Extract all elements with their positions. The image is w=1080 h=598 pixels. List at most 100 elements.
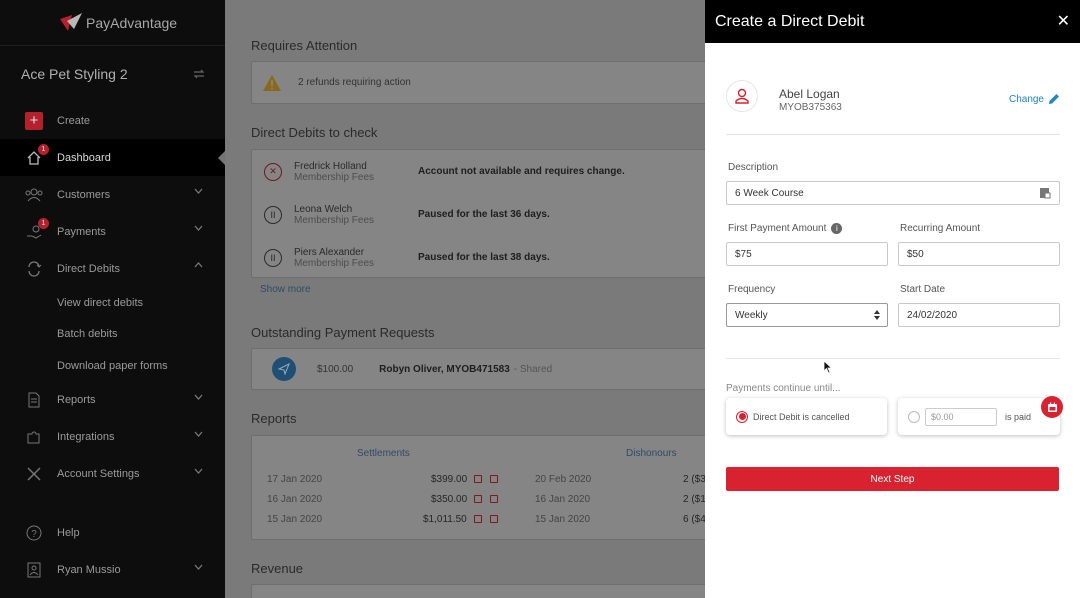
download-icon[interactable] [474, 475, 482, 483]
chevron-down-icon [194, 394, 203, 400]
sidebar-item-help[interactable]: ? Help [0, 515, 225, 552]
chevron-down-icon [194, 468, 203, 474]
request-status: - Shared [513, 363, 553, 375]
sidebar-item-direct-debits[interactable]: Direct Debits [0, 250, 225, 287]
dishonour-date: 15 Jan 2020 [535, 514, 591, 525]
dishonour-count: 2 ($3 [683, 474, 705, 485]
settlements-tab[interactable]: Settlements [357, 448, 410, 459]
sidebar-item-label: Help [57, 527, 80, 539]
requires-attention-title: Requires Attention [251, 38, 358, 53]
chevron-down-icon [194, 564, 203, 570]
frequency-select[interactable]: Weekly [726, 303, 888, 327]
download-icon[interactable] [474, 515, 482, 523]
user-badge-icon [27, 562, 41, 578]
org-switcher[interactable]: Ace Pet Styling 2 [0, 46, 225, 102]
customer-id: MYOB375363 [779, 102, 842, 113]
recurring-input[interactable]: $50 [898, 242, 1060, 266]
settlement-amount: $399.00 [431, 474, 468, 485]
settlement-date: 15 Jan 2020 [267, 514, 323, 525]
brand-logo[interactable]: PayAdvantage [0, 0, 225, 46]
outstanding-card[interactable]: $100.00 Robyn Oliver, MYOB471583 - Share… [251, 348, 705, 390]
settlement-date: 17 Jan 2020 [267, 474, 323, 485]
recurring-value: $50 [907, 248, 924, 260]
panel-title: Create a Direct Debit [715, 12, 865, 30]
chevron-up-icon [194, 262, 203, 268]
sidebar-item-account-settings[interactable]: Account Settings [0, 456, 225, 493]
change-label: Change [1008, 93, 1044, 105]
download-icon[interactable] [474, 495, 482, 503]
sidebar-item-integrations[interactable]: Integrations [0, 419, 225, 456]
first-payment-input[interactable]: $75 [726, 242, 888, 266]
sidebar-item-label: Create [57, 114, 91, 127]
frequency-value: Weekly [735, 309, 768, 321]
requires-attention-card[interactable]: 2 refunds requiring action [251, 61, 705, 104]
sidebar-subitem-batch-debits[interactable]: Batch debits [0, 319, 225, 351]
sidebar: PayAdvantage Ace Pet Styling 2 + Create … [0, 0, 225, 598]
dd-message: Paused for the last 38 days. [418, 252, 550, 263]
close-icon[interactable]: ✕ [1057, 13, 1070, 30]
first-payment-label-text: First Payment Amount [728, 223, 827, 234]
sidebar-item-dashboard[interactable]: 1 Dashboard [0, 139, 225, 176]
sidebar-item-label: Integrations [57, 431, 115, 443]
customer-name: Abel Logan [779, 87, 840, 101]
pencil-icon [1049, 94, 1059, 104]
first-payment-value: $75 [735, 248, 752, 260]
dishonour-date: 20 Feb 2020 [535, 474, 592, 485]
sidebar-subitem-download-paper-forms[interactable]: Download paper forms [0, 350, 225, 382]
direct-debits-title: Direct Debits to check [251, 125, 378, 140]
direct-debits-card: ✕ Fredrick Holland Membership Fees Accoun… [251, 149, 705, 278]
change-customer-button[interactable]: Change [1009, 93, 1060, 105]
sidebar-item-label: Customers [57, 188, 111, 201]
file-icon[interactable] [490, 495, 498, 503]
dd-name: Fredrick Holland [294, 160, 367, 172]
dd-name: Piers Alexander [294, 246, 365, 258]
show-more-link[interactable]: Show more [260, 284, 311, 295]
sidebar-item-label: Reports [57, 394, 96, 406]
sidebar-item-customers[interactable]: Customers [0, 176, 225, 213]
list-item[interactable]: ✕ Fredrick Holland Membership Fees Accoun… [252, 150, 705, 193]
outstanding-title: Outstanding Payment Requests [251, 325, 435, 340]
dashboard-main: Requires Attention 2 refunds requiring a… [225, 0, 705, 598]
option-cancelled[interactable]: Direct Debit is cancelled [726, 398, 887, 435]
sidebar-item-reports[interactable]: Reports [0, 382, 225, 419]
brand-name: PayAdvantage [86, 14, 178, 31]
sidebar-item-user[interactable]: Ryan Mussio [0, 552, 225, 589]
description-input[interactable]: 6 Week Course [726, 181, 1060, 205]
radio-cancelled[interactable] [736, 410, 748, 423]
dd-message: Account not available and requires chang… [418, 166, 625, 177]
avatar [726, 80, 758, 112]
option-paid[interactable]: $0.00 is paid [898, 398, 1060, 435]
attention-message: 2 refunds requiring action [298, 77, 411, 88]
calendar-button[interactable] [1041, 396, 1063, 418]
sidebar-item-create[interactable]: + Create [0, 102, 225, 139]
start-date-input[interactable]: 24/02/2020 [898, 303, 1060, 327]
reports-title: Reports [251, 411, 297, 426]
dd-sub: Membership Fees [294, 257, 375, 269]
tools-icon [27, 467, 41, 481]
list-item[interactable]: II Piers Alexander Membership Fees Paused… [252, 236, 705, 279]
request-customer: Robyn Oliver, MYOB471583 [379, 363, 510, 375]
info-icon[interactable]: i [831, 223, 843, 234]
sidebar-item-payments[interactable]: 1 Payments [0, 213, 225, 250]
option-paid-label: is paid [1005, 411, 1032, 422]
continue-until-label: Payments continue until... [726, 383, 841, 394]
next-step-button[interactable]: Next Step [726, 467, 1059, 491]
sidebar-subitem-view-direct-debits[interactable]: View direct debits [0, 287, 225, 319]
radio-paid[interactable] [908, 410, 920, 423]
dd-message: Paused for the last 36 days. [418, 209, 550, 220]
file-icon[interactable] [490, 515, 498, 523]
settlement-amount: $350.00 [431, 494, 468, 505]
list-item[interactable]: II Leona Welch Membership Fees Paused for… [252, 193, 705, 236]
settlement-amount: $1,011.50 [423, 514, 467, 525]
sidebar-item-label: Ryan Mussio [57, 564, 121, 576]
template-icon[interactable] [1039, 187, 1051, 199]
file-icon[interactable] [490, 475, 498, 483]
paid-amount-input[interactable]: $0.00 [925, 407, 997, 426]
revenue-card [251, 584, 705, 598]
calendar-icon [1047, 402, 1057, 412]
settlement-date: 16 Jan 2020 [267, 494, 323, 505]
dishonours-tab[interactable]: Dishonours [626, 448, 677, 459]
chevron-down-icon [194, 225, 203, 231]
pause-circle-icon: II [264, 205, 282, 224]
swap-icon[interactable] [193, 69, 205, 79]
